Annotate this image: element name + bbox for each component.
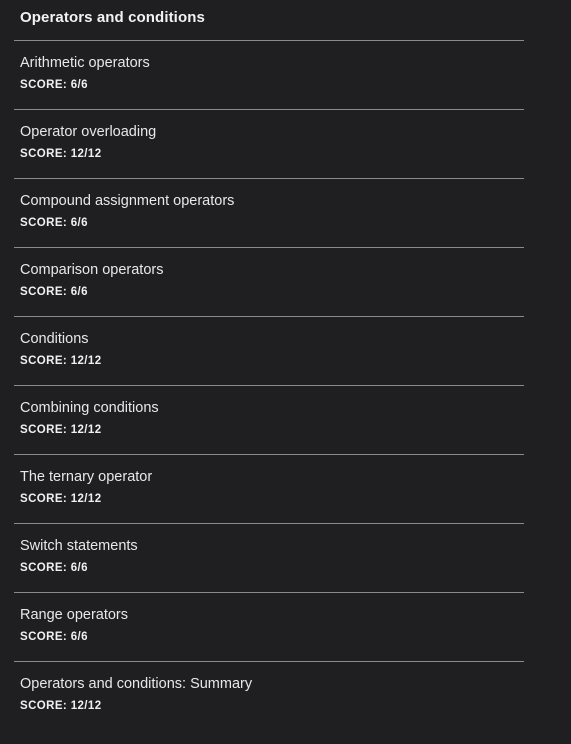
list-item[interactable]: The ternary operator SCORE: 12/12: [14, 454, 524, 523]
lesson-score: SCORE: 6/6: [20, 286, 88, 298]
list-item[interactable]: Compound assignment operators SCORE: 6/6: [14, 178, 524, 247]
lesson-score: SCORE: 6/6: [20, 562, 88, 574]
list-item[interactable]: Comparison operators SCORE: 6/6: [14, 247, 524, 316]
list-item[interactable]: Range operators SCORE: 6/6: [14, 592, 524, 661]
lesson-title: The ternary operator: [20, 469, 153, 485]
lesson-score: SCORE: 12/12: [20, 700, 102, 712]
lesson-title: Comparison operators: [20, 262, 164, 278]
lesson-score: SCORE: 12/12: [20, 493, 102, 505]
section-title: Operators and conditions: [20, 9, 205, 26]
lesson-score: SCORE: 6/6: [20, 631, 88, 643]
list-item[interactable]: Operators and conditions: Summary SCORE:…: [14, 661, 524, 730]
lesson-score: SCORE: 6/6: [20, 79, 88, 91]
lesson-score: SCORE: 12/12: [20, 424, 102, 436]
list-item[interactable]: Combining conditions SCORE: 12/12: [14, 385, 524, 454]
lesson-list: Arithmetic operators SCORE: 6/6 Operator…: [14, 40, 524, 730]
lesson-title: Conditions: [20, 331, 89, 347]
list-item[interactable]: Arithmetic operators SCORE: 6/6: [14, 40, 524, 109]
list-item[interactable]: Switch statements SCORE: 6/6: [14, 523, 524, 592]
lesson-title: Range operators: [20, 607, 129, 623]
lesson-title: Operator overloading: [20, 124, 157, 140]
lesson-title: Switch statements: [20, 538, 138, 554]
lesson-score: SCORE: 12/12: [20, 355, 102, 367]
lesson-title: Arithmetic operators: [20, 55, 150, 71]
lesson-title: Combining conditions: [20, 400, 159, 416]
list-item[interactable]: Operator overloading SCORE: 12/12: [14, 109, 524, 178]
lesson-score: SCORE: 12/12: [20, 148, 102, 160]
operators-panel: Operators and conditions Arithmetic oper…: [0, 0, 571, 744]
lesson-score: SCORE: 6/6: [20, 217, 88, 229]
list-item[interactable]: Conditions SCORE: 12/12: [14, 316, 524, 385]
lesson-title: Compound assignment operators: [20, 193, 235, 209]
lesson-title: Operators and conditions: Summary: [20, 676, 253, 692]
